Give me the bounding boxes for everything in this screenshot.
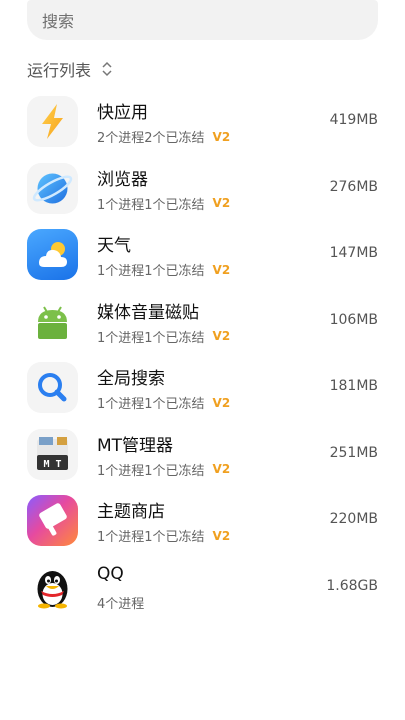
memory-size: 419MB (329, 112, 378, 128)
process-count: 2个进程2个已冻结 (97, 131, 205, 146)
process-count: 1个进程1个已冻结 (97, 530, 205, 545)
app-name: 全局搜索 (97, 369, 165, 389)
memory-size: 181MB (329, 378, 378, 394)
list-item[interactable]: QQ 4个进程 1.68GB (0, 554, 405, 621)
quick-app-icon (27, 96, 78, 147)
svg-text:M T: M T (43, 459, 61, 470)
process-count: 1个进程1个已冻结 (97, 397, 205, 412)
list-item[interactable]: 天气 1个进程1个已冻结 V2 147MB (0, 221, 405, 288)
process-count: 1个进程1个已冻结 (97, 197, 205, 213)
app-process-info: 1个进程1个已冻结 V2 (97, 327, 230, 346)
app-name: 天气 (97, 236, 131, 256)
app-process-info: 1个进程1个已冻结 V2 (97, 194, 230, 213)
app-name: QQ (97, 563, 124, 584)
sort-toggle-icon (102, 61, 112, 77)
version-badge: V2 (212, 395, 231, 410)
version-badge: V2 (212, 329, 231, 343)
mt-manager-icon: M T (27, 428, 78, 480)
memory-size: 276MB (329, 178, 378, 195)
app-name: 主题商店 (97, 502, 165, 522)
list-item[interactable]: 浏览器 1个进程1个已冻结 V2 276MB (0, 155, 405, 222)
memory-size: 106MB (329, 311, 378, 328)
weather-icon (27, 229, 78, 280)
version-badge: V2 (212, 129, 231, 144)
app-process-info: 1个进程1个已冻结 V2 (97, 393, 231, 413)
process-count: 1个进程1个已冻结 (97, 264, 205, 279)
browser-icon (27, 162, 78, 214)
version-badge: V2 (212, 528, 231, 543)
list-item[interactable]: 快应用 2个进程2个已冻结 V2 419MB (0, 88, 405, 155)
theme-store-icon (27, 495, 78, 546)
section-title: 运行列表 (27, 61, 92, 80)
memory-size: 147MB (329, 245, 378, 261)
search-input[interactable]: 搜索 (27, 0, 378, 40)
running-app-list: 快应用 2个进程2个已冻结 V2 419MB 浏览器 1个进程1个已冻结 V2 … (0, 88, 405, 620)
list-item[interactable]: 媒体音量磁贴 1个进程1个已冻结 V2 106MB (0, 288, 405, 355)
list-item[interactable]: 全局搜索 1个进程1个已冻结 V2 181MB (0, 354, 405, 421)
process-count: 4个进程 (97, 596, 145, 612)
qq-penguin-icon (27, 561, 78, 613)
list-item[interactable]: M T MT管理器 1个进程1个已冻结 V2 251MB (0, 421, 405, 488)
process-count: 1个进程1个已冻结 (97, 330, 205, 346)
running-list-sort[interactable]: 运行列表 (27, 57, 113, 81)
memory-size: 251MB (329, 444, 378, 461)
list-item[interactable]: 主题商店 1个进程1个已冻结 V2 220MB (0, 487, 405, 554)
app-name: MT管理器 (97, 435, 174, 456)
app-process-info: 1个进程1个已冻结 V2 (97, 526, 231, 546)
memory-size: 220MB (329, 511, 378, 527)
app-process-info: 1个进程1个已冻结 V2 (97, 260, 231, 280)
global-search-icon (27, 362, 78, 413)
app-name: 快应用 (97, 103, 148, 123)
process-count: 1个进程1个已冻结 (97, 463, 205, 479)
version-badge: V2 (212, 462, 231, 476)
app-process-info: 4个进程 (97, 593, 152, 612)
version-badge: V2 (212, 196, 231, 210)
app-name: 媒体音量磁贴 (97, 302, 199, 323)
version-badge: V2 (212, 262, 231, 277)
app-process-info: 2个进程2个已冻结 V2 (97, 127, 231, 147)
android-icon (27, 295, 78, 347)
app-process-info: 1个进程1个已冻结 V2 (97, 460, 230, 479)
search-placeholder: 搜索 (42, 12, 75, 31)
app-name: 浏览器 (97, 169, 148, 190)
memory-size: 1.68GB (326, 577, 378, 594)
